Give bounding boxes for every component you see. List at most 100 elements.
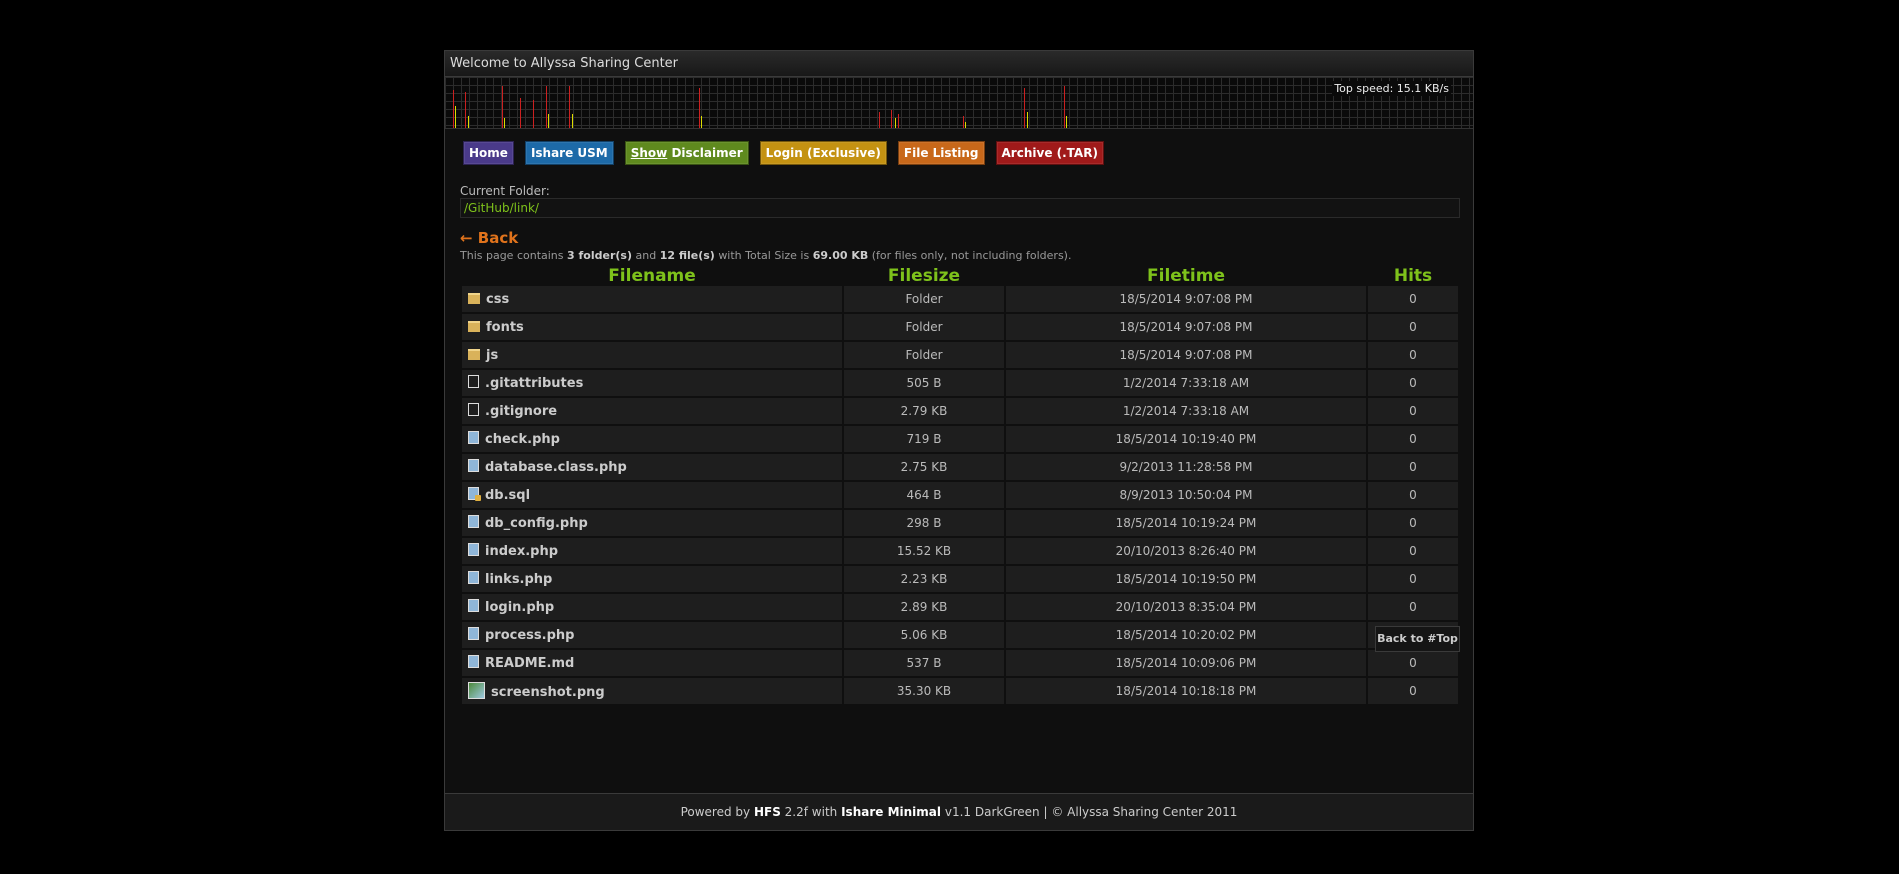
document-icon [468,515,479,528]
nav-file-listing[interactable]: File Listing [897,141,985,165]
table-row[interactable]: login.php 2.89 KB 20/10/2013 8:35:04 PM 0 [462,594,1458,620]
table-row[interactable]: database.class.php 2.75 KB 9/2/2013 11:28:… [462,454,1458,480]
file-name-cell[interactable]: css [462,286,842,312]
table-row[interactable]: process.php5.06 KB18/5/2014 10:20:02 PM0 [462,622,1458,648]
table-row[interactable]: fonts Folder 18/5/2014 9:07:08 PM 0 [462,314,1458,340]
file-name-cell[interactable]: fonts [462,314,842,340]
top-speed-label: Top speed: 15.1 KB/s [1332,81,1451,96]
file-size-cell: Folder [844,286,1004,312]
speed-graph: Top speed: 15.1 KB/s [445,77,1473,129]
speed-graph-bar [504,118,505,128]
nav-show-disclaimer[interactable]: Show Disclaimer [624,141,749,165]
back-to-top-button[interactable]: Back to #Top [1375,626,1460,652]
file-name-cell[interactable]: screenshot.png [462,678,842,704]
speed-graph-bar [965,122,966,128]
table-row[interactable]: README.md 537 B 18/5/2014 10:09:06 PM 0 [462,650,1458,676]
speed-graph-bar [963,116,964,128]
speed-graph-bar [520,98,521,128]
file-hits-cell: 0 [1368,370,1458,396]
footer: Powered by HFS 2.2f with Ishare Minimal … [445,793,1473,830]
table-row[interactable]: css Folder 18/5/2014 9:07:08 PM 0 [462,286,1458,312]
file-time-cell: 18/5/2014 10:19:50 PM [1006,566,1366,592]
file-link[interactable]: screenshot.png [491,685,605,700]
file-name-cell[interactable]: .gitattributes [462,370,842,396]
file-hits-cell: 0 [1368,286,1458,312]
speed-graph-bar [572,114,573,128]
hfs-link[interactable]: HFS [754,805,781,819]
file-link[interactable]: fonts [486,320,524,335]
speed-graph-bar [533,100,534,128]
table-row[interactable]: index.php 15.52 KB 20/10/2013 8:26:40 PM 0 [462,538,1458,564]
file-size-cell: 464 B [844,482,1004,508]
nav-bar: Home Ishare USM Show Disclaimer Login (Excl… [463,141,1104,165]
col-filename[interactable]: Filename [462,268,842,285]
file-name-cell[interactable]: login.php [462,594,842,620]
image-icon [468,682,485,699]
speed-graph-bar [455,106,456,128]
file-time-cell: 18/5/2014 10:18:18 PM [1006,678,1366,704]
file-size-cell: 35.30 KB [844,678,1004,704]
document-icon [468,655,479,668]
file-link[interactable]: db_config.php [485,516,588,531]
file-link[interactable]: .gitignore [485,404,557,419]
file-link[interactable]: check.php [485,432,560,447]
document-icon [468,431,479,444]
file-name-cell[interactable]: db_config.php [462,510,842,536]
table-row[interactable]: .gitattributes 505 B 1/2/2014 7:33:18 AM 0 [462,370,1458,396]
file-name-cell[interactable]: db.sql [462,482,842,508]
file-name-cell[interactable]: index.php [462,538,842,564]
folder-icon [468,348,480,360]
speed-graph-bar [891,110,892,128]
table-row[interactable]: links.php 2.23 KB 18/5/2014 10:19:50 PM 0 [462,566,1458,592]
table-row[interactable]: .gitignore 2.79 KB 1/2/2014 7:33:18 AM 0 [462,398,1458,424]
file-time-cell: 1/2/2014 7:33:18 AM [1006,370,1366,396]
back-link[interactable]: ← Back [460,229,518,247]
file-link[interactable]: database.class.php [485,460,627,475]
file-link[interactable]: db.sql [485,488,530,503]
file-link[interactable]: js [486,348,498,363]
file-size-cell: 298 B [844,510,1004,536]
file-hits-cell: 0 [1368,650,1458,676]
file-link[interactable]: index.php [485,544,558,559]
col-filetime[interactable]: Filetime [1006,268,1366,285]
table-row[interactable]: db_config.php 298 B 18/5/2014 10:19:24 PM 0 [462,510,1458,536]
file-hits-cell: 0 [1368,566,1458,592]
file-link[interactable]: css [486,292,509,307]
file-icon [468,375,479,388]
table-row[interactable]: js Folder 18/5/2014 9:07:08 PM 0 [462,342,1458,368]
nav-login[interactable]: Login (Exclusive) [759,141,887,165]
folder-icon [468,292,480,304]
speed-graph-bar [701,116,702,128]
file-name-cell[interactable]: .gitignore [462,398,842,424]
file-link[interactable]: links.php [485,572,552,587]
speed-graph-bar [879,112,880,128]
table-row[interactable]: check.php 719 B 18/5/2014 10:19:40 PM 0 [462,426,1458,452]
nav-home[interactable]: Home [463,141,514,165]
col-filesize[interactable]: Filesize [844,268,1004,285]
file-name-cell[interactable]: README.md [462,650,842,676]
speed-graph-bar [1064,86,1065,128]
speed-graph-bar [1024,88,1025,128]
file-name-cell[interactable]: database.class.php [462,454,842,480]
file-size-cell: 15.52 KB [844,538,1004,564]
nav-ishare-usm[interactable]: Ishare USM [524,141,614,165]
file-link[interactable]: process.php [485,628,574,643]
col-hits[interactable]: Hits [1368,268,1458,285]
file-name-cell[interactable]: check.php [462,426,842,452]
file-time-cell: 18/5/2014 9:07:08 PM [1006,286,1366,312]
folder-icon [468,320,480,332]
file-link[interactable]: login.php [485,600,554,615]
file-size-cell: 2.75 KB [844,454,1004,480]
file-name-cell[interactable]: process.php [462,622,842,648]
file-name-cell[interactable]: links.php [462,566,842,592]
document-icon [468,543,479,556]
page-title: Welcome to Allyssa Sharing Center [445,51,1473,77]
table-row[interactable]: db.sql 464 B 8/9/2013 10:50:04 PM 0 [462,482,1458,508]
nav-archive[interactable]: Archive (.TAR) [995,141,1104,165]
table-row[interactable]: screenshot.png 35.30 KB 18/5/2014 10:18:18… [462,678,1458,704]
speed-graph-bar [569,86,570,128]
file-time-cell: 18/5/2014 10:20:02 PM [1006,622,1366,648]
file-link[interactable]: README.md [485,656,574,671]
file-name-cell[interactable]: js [462,342,842,368]
file-link[interactable]: .gitattributes [485,376,583,391]
